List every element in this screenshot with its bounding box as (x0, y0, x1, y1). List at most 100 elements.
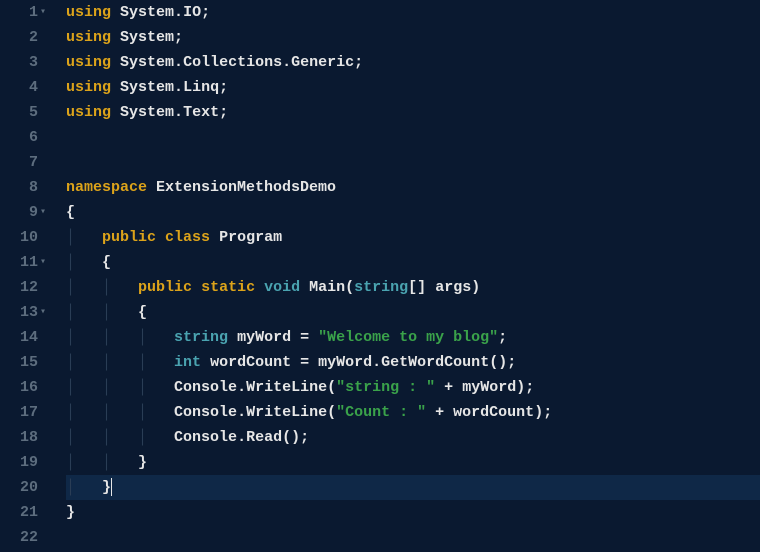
token-kw-mod: public (138, 279, 192, 296)
token-punct: [] (408, 279, 435, 296)
token-kw-using: using (66, 104, 111, 121)
token-punct: . (372, 354, 381, 371)
code-line[interactable]: │ │ │ Console.WriteLine("Count : " + wor… (66, 400, 760, 425)
token-punct: ; (174, 29, 183, 46)
code-line[interactable]: │ │ { (66, 300, 760, 325)
line-number: 22 (0, 525, 38, 550)
token-plain (309, 354, 318, 371)
line-number: 20 (0, 475, 38, 500)
token-kw-mod: public (102, 229, 156, 246)
code-line[interactable]: using System.Text; (66, 100, 760, 125)
token-plain (111, 29, 120, 46)
code-area[interactable]: using System.IO;using System;using Syste… (48, 0, 760, 552)
token-punct: ( (327, 404, 336, 421)
token-plain (111, 104, 120, 121)
token-plain (426, 404, 435, 421)
line-number: 18 (0, 425, 38, 450)
code-line[interactable]: using System.Collections.Generic; (66, 50, 760, 75)
token-ident: myWord (318, 354, 372, 371)
token-punct: ; (354, 54, 363, 71)
token-ident: Console (174, 429, 237, 446)
token-plain (156, 229, 165, 246)
line-number: 10 (0, 225, 38, 250)
token-plain (453, 379, 462, 396)
token-ident: Console (174, 404, 237, 421)
line-number: 21 (0, 500, 38, 525)
token-method: Main (309, 279, 345, 296)
code-line[interactable]: │ } (66, 475, 760, 500)
code-line[interactable]: } (66, 500, 760, 525)
code-line[interactable]: using System.Linq; (66, 75, 760, 100)
fold-icon[interactable]: ▾ (38, 250, 48, 275)
fold-icon[interactable]: ▾ (38, 0, 48, 25)
token-ident: wordCount (453, 404, 534, 421)
code-line[interactable] (66, 525, 760, 550)
line-number: 15 (0, 350, 38, 375)
code-editor[interactable]: 1▾23456789▾1011▾1213▾141516171819202122 … (0, 0, 760, 552)
token-brace: { (102, 254, 111, 271)
token-kw-using: using (66, 54, 111, 71)
code-line[interactable]: using System.IO; (66, 0, 760, 25)
token-plain (255, 279, 264, 296)
token-kw-ns: namespace (66, 179, 147, 196)
code-line[interactable]: │ public class Program (66, 225, 760, 250)
line-number-gutter: 1▾23456789▾1011▾1213▾141516171819202122 (0, 0, 48, 552)
code-line[interactable]: │ │ } (66, 450, 760, 475)
line-number: 13▾ (0, 300, 38, 325)
token-punct: . (174, 54, 183, 71)
token-kw-type: string (354, 279, 408, 296)
token-punct: ( (327, 379, 336, 396)
token-punct: . (282, 54, 291, 71)
token-punct: . (237, 404, 246, 421)
token-punct: ; (498, 329, 507, 346)
token-method: GetWordCount (381, 354, 489, 371)
token-punct: ; (201, 4, 210, 21)
line-number: 2 (0, 25, 38, 50)
code-line[interactable]: │ { (66, 250, 760, 275)
code-line[interactable]: { (66, 200, 760, 225)
token-string: "Count : " (336, 404, 426, 421)
token-plain (435, 379, 444, 396)
code-line[interactable]: │ │ │ Console.Read(); (66, 425, 760, 450)
line-number: 12 (0, 275, 38, 300)
token-ident: System (120, 104, 174, 121)
fold-icon[interactable]: ▾ (38, 300, 48, 325)
token-punct: ( (345, 279, 354, 296)
line-number: 11▾ (0, 250, 38, 275)
token-brace: { (66, 204, 75, 221)
code-line[interactable]: │ │ │ string myWord = "Welcome to my blo… (66, 325, 760, 350)
token-kw-type: string (174, 329, 228, 346)
token-plain (210, 229, 219, 246)
code-line[interactable]: │ │ public static void Main(string[] arg… (66, 275, 760, 300)
token-kw-using: using (66, 79, 111, 96)
token-punct: . (237, 429, 246, 446)
code-line[interactable]: │ │ │ Console.WriteLine("string : " + my… (66, 375, 760, 400)
token-plain (201, 354, 210, 371)
token-ident: System (120, 29, 174, 46)
token-plain (111, 79, 120, 96)
text-cursor (111, 478, 112, 496)
token-ident: wordCount (210, 354, 291, 371)
token-punct: + (444, 379, 453, 396)
token-ident: IO (183, 4, 201, 21)
token-plain (291, 354, 300, 371)
token-ident: Collections (183, 54, 282, 71)
code-line[interactable]: │ │ │ int wordCount = myWord.GetWordCoun… (66, 350, 760, 375)
token-ident: System (120, 79, 174, 96)
code-line[interactable] (66, 150, 760, 175)
token-punct: ); (516, 379, 534, 396)
code-line[interactable] (66, 125, 760, 150)
token-ident: Text (183, 104, 219, 121)
fold-icon[interactable]: ▾ (38, 200, 48, 225)
token-ident: Linq (183, 79, 219, 96)
token-punct: ; (219, 104, 228, 121)
token-method: WriteLine (246, 379, 327, 396)
token-kw-using: using (66, 4, 111, 21)
code-line[interactable]: using System; (66, 25, 760, 50)
token-plain (192, 279, 201, 296)
code-line[interactable]: namespace ExtensionMethodsDemo (66, 175, 760, 200)
line-number: 16 (0, 375, 38, 400)
line-number: 6 (0, 125, 38, 150)
token-punct: (); (282, 429, 309, 446)
line-number: 19 (0, 450, 38, 475)
